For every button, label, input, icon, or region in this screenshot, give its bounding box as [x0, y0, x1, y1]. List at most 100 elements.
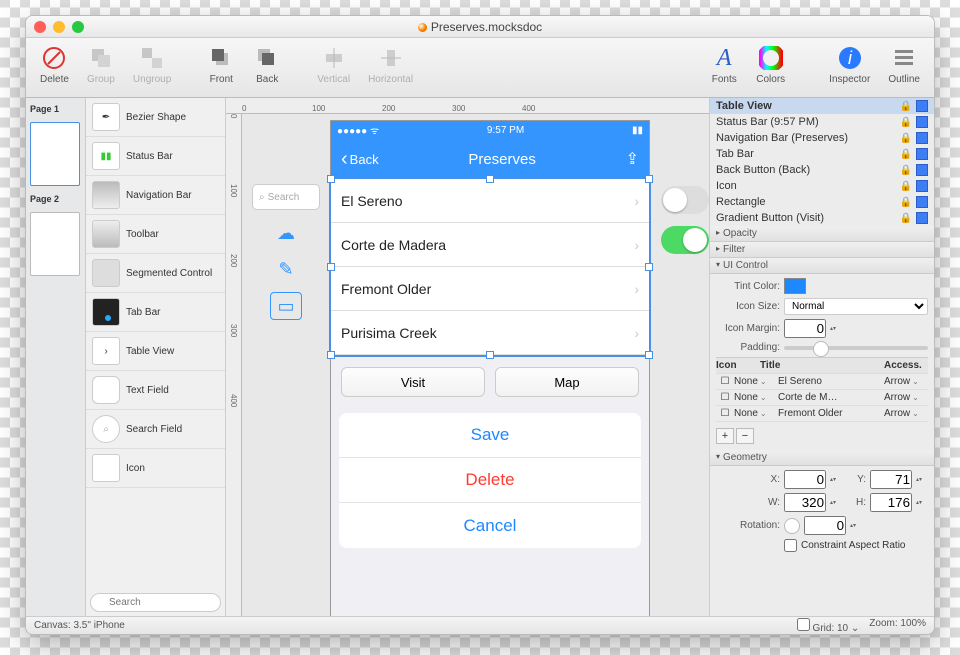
lock-icon[interactable]: 🔒	[900, 197, 912, 208]
status-time: 9:57 PM	[487, 125, 524, 136]
outline-item[interactable]: Rectangle🔒	[710, 194, 934, 210]
stepper[interactable]: ▴▾	[916, 495, 928, 511]
section-ui-control[interactable]: UI Control	[710, 258, 934, 274]
geom-h-input[interactable]	[870, 493, 912, 512]
front-button[interactable]: Front	[201, 42, 241, 97]
inspector-button[interactable]: iInspector	[823, 42, 876, 97]
tint-swatch[interactable]	[784, 278, 806, 294]
toggle-off[interactable]	[661, 186, 709, 214]
visibility-checkbox[interactable]	[916, 212, 928, 224]
share-icon[interactable]: ⇪	[626, 149, 639, 169]
lock-icon[interactable]: 🔒	[900, 101, 912, 112]
sheet-delete-button[interactable]: Delete	[339, 458, 641, 503]
mock-table-view[interactable]: El Sereno› Corte de Madera› Fremont Olde…	[331, 179, 649, 355]
align-horizontal-button[interactable]: Horizontal	[362, 42, 419, 97]
outline-item[interactable]: Gradient Button (Visit)🔒	[710, 210, 934, 226]
section-opacity[interactable]: Opacity	[710, 226, 934, 242]
mock-search-field[interactable]: ⌕Search	[252, 184, 320, 210]
map-button[interactable]: Map	[495, 367, 639, 397]
cloud-icon[interactable]: ☁	[273, 220, 299, 246]
sheet-save-button[interactable]: Save	[339, 413, 641, 458]
lock-icon[interactable]: 🔒	[900, 133, 912, 144]
padding-slider[interactable]	[784, 346, 928, 350]
device-mockup[interactable]: ●●●●● ᯤ 9:57 PM ▮▮ ‹Back Preserves ⇪ El …	[330, 120, 650, 616]
navbar-icon	[92, 181, 120, 209]
page-thumb-1[interactable]	[30, 122, 80, 186]
page-thumb-2[interactable]	[30, 212, 80, 276]
visibility-checkbox[interactable]	[916, 116, 928, 128]
geom-y-input[interactable]	[870, 470, 912, 489]
stepper[interactable]: ▴▾	[830, 321, 842, 337]
outline-button[interactable]: Outline	[882, 42, 926, 97]
outline-item[interactable]: Navigation Bar (Preserves)🔒	[710, 130, 934, 146]
canvas[interactable]: ⌕Search ☁ ✎ ▭ ●●●●● ᯤ 9:57 PM ▮▮ ‹Back P…	[242, 114, 709, 616]
section-geometry[interactable]: Geometry	[710, 450, 934, 466]
geom-x-input[interactable]	[784, 470, 826, 489]
delete-button[interactable]: Delete	[34, 42, 75, 97]
table-row[interactable]: El Sereno›	[331, 179, 649, 223]
visit-button[interactable]: Visit	[341, 367, 485, 397]
outline-item[interactable]: Tab Bar🔒	[710, 146, 934, 162]
outline-item[interactable]: Icon🔒	[710, 178, 934, 194]
stepper[interactable]: ▴▾	[850, 518, 862, 534]
table-row[interactable]: ☐NoneEl SerenoArrow	[716, 374, 928, 390]
palette-item-icon[interactable]: Icon	[86, 449, 225, 488]
stepper[interactable]: ▴▾	[830, 472, 842, 488]
lock-icon[interactable]: 🔒	[900, 181, 912, 192]
palette-item-textfield[interactable]: Text Field	[86, 371, 225, 410]
iconmargin-input[interactable]	[784, 319, 826, 338]
outline-item[interactable]: Status Bar (9:57 PM)🔒	[710, 114, 934, 130]
visibility-checkbox[interactable]	[916, 100, 928, 112]
visibility-checkbox[interactable]	[916, 132, 928, 144]
lock-icon[interactable]: 🔒	[900, 117, 912, 128]
ungroup-button[interactable]: Ungroup	[127, 42, 177, 97]
lock-icon[interactable]: 🔒	[900, 149, 912, 160]
outline-item[interactable]: Table View🔒	[710, 98, 934, 114]
visibility-checkbox[interactable]	[916, 180, 928, 192]
palette-item-segmented[interactable]: Segmented Control	[86, 254, 225, 293]
section-filter[interactable]: Filter	[710, 242, 934, 258]
table-row[interactable]: Purisima Creek›	[331, 311, 649, 355]
colors-button[interactable]: Colors	[750, 42, 791, 97]
sheet-cancel-button[interactable]: Cancel	[339, 503, 641, 548]
palette-item-statusbar[interactable]: ▮▮Status Bar	[86, 137, 225, 176]
palette-item-searchfield[interactable]: ⌕Search Field	[86, 410, 225, 449]
palette-item-tabbar[interactable]: Tab Bar	[86, 293, 225, 332]
visibility-checkbox[interactable]	[916, 196, 928, 208]
lock-icon[interactable]: 🔒	[900, 165, 912, 176]
aspect-ratio-checkbox[interactable]	[784, 539, 797, 552]
tint-label: Tint Color:	[716, 281, 780, 292]
table-row[interactable]: ☐NoneFremont OlderArrow	[716, 406, 928, 422]
palette-item-toolbar[interactable]: Toolbar	[86, 215, 225, 254]
table-row[interactable]: ☐NoneCorte de M…Arrow	[716, 390, 928, 406]
visibility-checkbox[interactable]	[916, 148, 928, 160]
group-button[interactable]: Group	[81, 42, 121, 97]
table-row[interactable]: Fremont Older›	[331, 267, 649, 311]
fonts-button[interactable]: AFonts	[704, 42, 744, 97]
palette-item-bezier[interactable]: ✒︎Bezier Shape	[86, 98, 225, 137]
archive-icon[interactable]: ▭	[270, 292, 302, 320]
search-icon: ⌕	[259, 192, 265, 203]
visibility-checkbox[interactable]	[916, 164, 928, 176]
palette-item-navbar[interactable]: Navigation Bar	[86, 176, 225, 215]
table-row[interactable]: Corte de Madera›	[331, 223, 649, 267]
back-button[interactable]: Back	[247, 42, 287, 97]
stepper[interactable]: ▴▾	[830, 495, 842, 511]
mock-back-button[interactable]: ‹Back	[341, 148, 379, 171]
zoom-control[interactable]: Zoom: 100%	[869, 618, 926, 634]
outline-item[interactable]: Back Button (Back)🔒	[710, 162, 934, 178]
align-vertical-button[interactable]: Vertical	[311, 42, 356, 97]
lock-icon[interactable]: 🔒	[900, 213, 912, 224]
toggle-on[interactable]	[661, 226, 709, 254]
rotation-dial[interactable]	[784, 518, 800, 534]
geom-w-input[interactable]	[784, 493, 826, 512]
geom-rot-input[interactable]	[804, 516, 846, 535]
palette-item-tableview[interactable]: ›Table View	[86, 332, 225, 371]
remove-button[interactable]: −	[736, 428, 754, 444]
iconsize-select[interactable]: Normal	[784, 298, 928, 315]
add-button[interactable]: +	[716, 428, 734, 444]
compose-icon[interactable]: ✎	[273, 256, 299, 282]
palette-search-input[interactable]	[90, 593, 221, 612]
grid-toggle[interactable]: Grid: 10 ⌄	[797, 618, 860, 634]
stepper[interactable]: ▴▾	[916, 472, 928, 488]
